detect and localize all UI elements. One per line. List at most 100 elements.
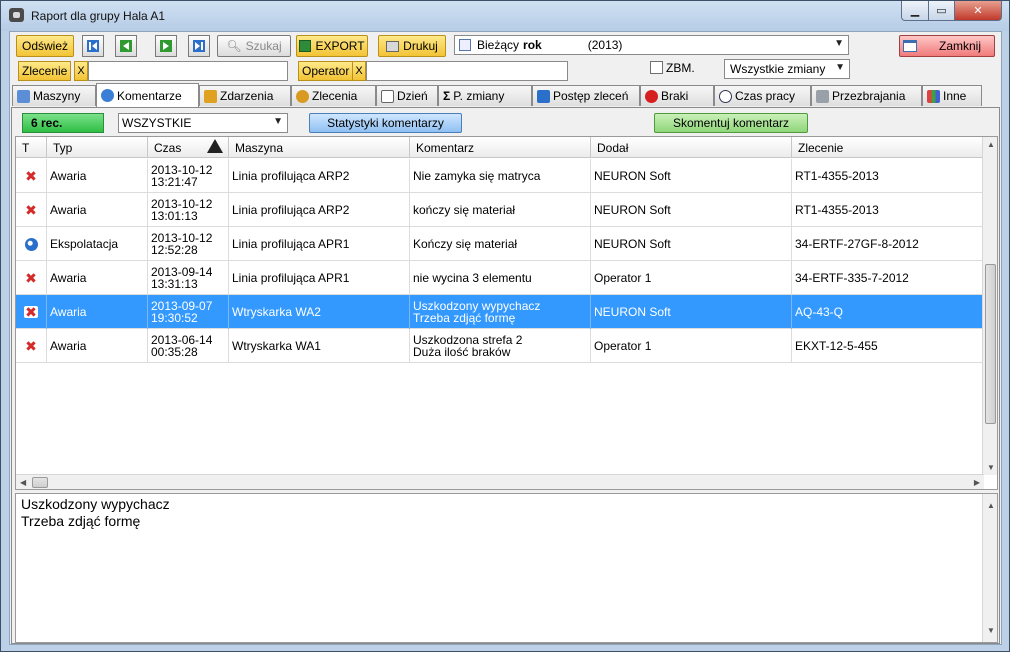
type-cell[interactable]: Awaria (47, 193, 148, 227)
comment-cell[interactable]: Uszkodzony wypychacz Trzeba zdjąć formę (410, 295, 591, 329)
time-cell[interactable]: 2013-09-14 13:31:13 (148, 261, 229, 295)
period-select[interactable]: Bieżący rok (2013) ▼ (454, 35, 849, 55)
add-comment-button[interactable]: Skomentuj komentarz (654, 113, 808, 133)
scroll-down-icon[interactable]: ▼ (987, 463, 995, 472)
close-report-button[interactable]: Zamknij (899, 35, 995, 57)
maximize-button[interactable]: ▭ (928, 1, 955, 21)
type-icon-cell[interactable]: ✖ (16, 261, 47, 295)
print-button[interactable]: Drukuj (378, 35, 446, 57)
scroll-down-icon[interactable]: ▼ (987, 622, 995, 639)
time-cell[interactable]: 2013-10-12 12:52:28 (148, 227, 229, 261)
vertical-scroll-thumb[interactable] (985, 264, 996, 424)
machine-cell[interactable]: Wtryskarka WA1 (229, 329, 410, 363)
author-cell[interactable]: Operator 1 (591, 261, 792, 295)
machine-cell[interactable]: Linia profilująca ARP2 (229, 159, 410, 193)
author-cell[interactable]: NEURON Soft (591, 227, 792, 261)
order-cell[interactable]: RT1-4355-2013 (792, 193, 984, 227)
table-row[interactable]: Ekspolatacja 2013-10-12 12:52:28 Linia prof… (16, 227, 984, 261)
tab-p-zmiany[interactable]: Σ P. zmiany (438, 85, 532, 106)
time-cell[interactable]: 2013-06-14 00:35:28 (148, 329, 229, 363)
comment-type-filter[interactable]: WSZYSTKIE ▼ (118, 113, 288, 133)
tab-przezbrajania[interactable]: Przezbrajania (811, 85, 922, 106)
type-cell[interactable]: Awaria (47, 261, 148, 295)
col-header-zlecenie[interactable]: Zlecenie (792, 137, 984, 158)
horizontal-scrollbar[interactable]: ◀ ▶ (16, 474, 984, 489)
shift-select[interactable]: Wszystkie zmiany ▼ (724, 59, 850, 79)
type-cell[interactable]: Awaria (47, 295, 148, 329)
author-cell[interactable]: NEURON Soft (591, 295, 792, 329)
horizontal-scroll-thumb[interactable] (32, 477, 48, 488)
minimize-button[interactable]: ▁ (901, 1, 929, 21)
col-header-dodal[interactable]: Dodał (591, 137, 792, 158)
machine-cell[interactable]: Wtryskarka WA2 (229, 295, 410, 329)
order-cell[interactable]: AQ-43-Q (792, 295, 984, 329)
tab-komentarze[interactable]: Komentarze (96, 83, 199, 107)
next-page-button[interactable] (155, 35, 177, 57)
order-clear-button[interactable]: X (74, 61, 88, 81)
vertical-scrollbar[interactable]: ▲ ▼ (982, 137, 997, 475)
table-row[interactable]: ✖ Awaria 2013-10-12 13:01:13 Linia profilują… (16, 193, 984, 227)
author-cell[interactable]: NEURON Soft (591, 193, 792, 227)
col-header-czas[interactable]: Czas (148, 137, 229, 158)
detail-scrollbar[interactable]: ▲ ▼ (982, 494, 997, 642)
comment-cell[interactable]: Uszkodzona strefa 2 Duża ilość braków (410, 329, 591, 363)
type-icon-cell[interactable] (16, 227, 47, 261)
comment-stats-button[interactable]: Statystyki komentarzy (309, 113, 462, 133)
type-cell[interactable]: Awaria (47, 159, 148, 193)
type-icon-cell[interactable]: ✖ (16, 159, 47, 193)
comment-cell[interactable]: kończy się materiał (410, 193, 591, 227)
col-header-maszyna[interactable]: Maszyna (229, 137, 410, 158)
machine-cell[interactable]: Linia profilująca ARP2 (229, 193, 410, 227)
zbm-checkbox[interactable] (650, 61, 663, 74)
order-cell[interactable]: 34-ERTF-27GF-8-2012 (792, 227, 984, 261)
tab-dzien[interactable]: Dzień (376, 85, 438, 106)
order-cell[interactable]: RT1-4355-2013 (792, 159, 984, 193)
table-row[interactable]: ✖ Awaria 2013-09-07 19:30:52 Wtryskarka WA2 U… (16, 295, 984, 329)
operator-clear-button[interactable]: X (352, 61, 366, 81)
first-page-button[interactable] (82, 35, 104, 57)
machine-cell[interactable]: Linia profilująca APR1 (229, 261, 410, 295)
operator-input[interactable] (366, 61, 568, 81)
scroll-right-icon[interactable]: ▶ (974, 478, 980, 487)
scroll-up-icon[interactable]: ▲ (987, 497, 995, 514)
type-icon-cell[interactable]: ✖ (16, 329, 47, 363)
col-header-t[interactable]: T (16, 137, 47, 158)
author-cell[interactable]: NEURON Soft (591, 159, 792, 193)
tab-zdarzenia[interactable]: Zdarzenia (199, 85, 291, 106)
refresh-button[interactable]: Odśwież (16, 35, 74, 57)
last-page-button[interactable] (188, 35, 210, 57)
tab-inne[interactable]: Inne (922, 85, 982, 106)
order-cell[interactable]: EKXT-12-5-455 (792, 329, 984, 363)
type-icon-cell[interactable]: ✖ (16, 295, 47, 329)
comment-cell[interactable]: Kończy się materiał (410, 227, 591, 261)
window-close-button[interactable]: ✕ (954, 1, 1002, 21)
col-header-typ[interactable]: Typ (47, 137, 148, 158)
table-row[interactable]: ✖ Awaria 2013-09-14 13:31:13 Linia profilują… (16, 261, 984, 295)
tab-braki[interactable]: Braki (640, 85, 714, 106)
machine-cell[interactable]: Linia profilująca APR1 (229, 227, 410, 261)
tab-zlecenia[interactable]: Zlecenia (291, 85, 376, 106)
comment-detail-box[interactable]: Uszkodzony wypychacz Trzeba zdjąć formę … (15, 493, 998, 643)
export-button[interactable]: EXPORT (296, 35, 368, 57)
tab-postep-zlecen[interactable]: Postęp zleceń (532, 85, 640, 106)
type-cell[interactable]: Awaria (47, 329, 148, 363)
tab-maszyny[interactable]: Maszyny (12, 85, 96, 106)
prev-page-button[interactable] (115, 35, 137, 57)
time-cell[interactable]: 2013-10-12 13:21:47 (148, 159, 229, 193)
tab-czas-pracy[interactable]: Czas pracy (714, 85, 811, 106)
search-button[interactable]: 🔍︎ Szukaj (217, 35, 291, 57)
type-cell[interactable]: Ekspolatacja (47, 227, 148, 261)
author-cell[interactable]: Operator 1 (591, 329, 792, 363)
time-cell[interactable]: 2013-10-12 13:01:13 (148, 193, 229, 227)
comment-cell[interactable]: nie wycina 3 elementu (410, 261, 591, 295)
time-cell[interactable]: 2013-09-07 19:30:52 (148, 295, 229, 329)
table-row[interactable]: ✖ Awaria 2013-06-14 00:35:28 Wtryskarka WA1 U… (16, 329, 984, 363)
scroll-left-icon[interactable]: ◀ (20, 478, 26, 487)
type-icon-cell[interactable]: ✖ (16, 193, 47, 227)
order-cell[interactable]: 34-ERTF-335-7-2012 (792, 261, 984, 295)
scroll-up-icon[interactable]: ▲ (987, 140, 995, 149)
order-input[interactable] (88, 61, 288, 81)
col-header-komentarz[interactable]: Komentarz (410, 137, 591, 158)
table-row[interactable]: ✖ Awaria 2013-10-12 13:21:47 Linia profilują… (16, 159, 984, 193)
comment-cell[interactable]: Nie zamyka się matryca (410, 159, 591, 193)
